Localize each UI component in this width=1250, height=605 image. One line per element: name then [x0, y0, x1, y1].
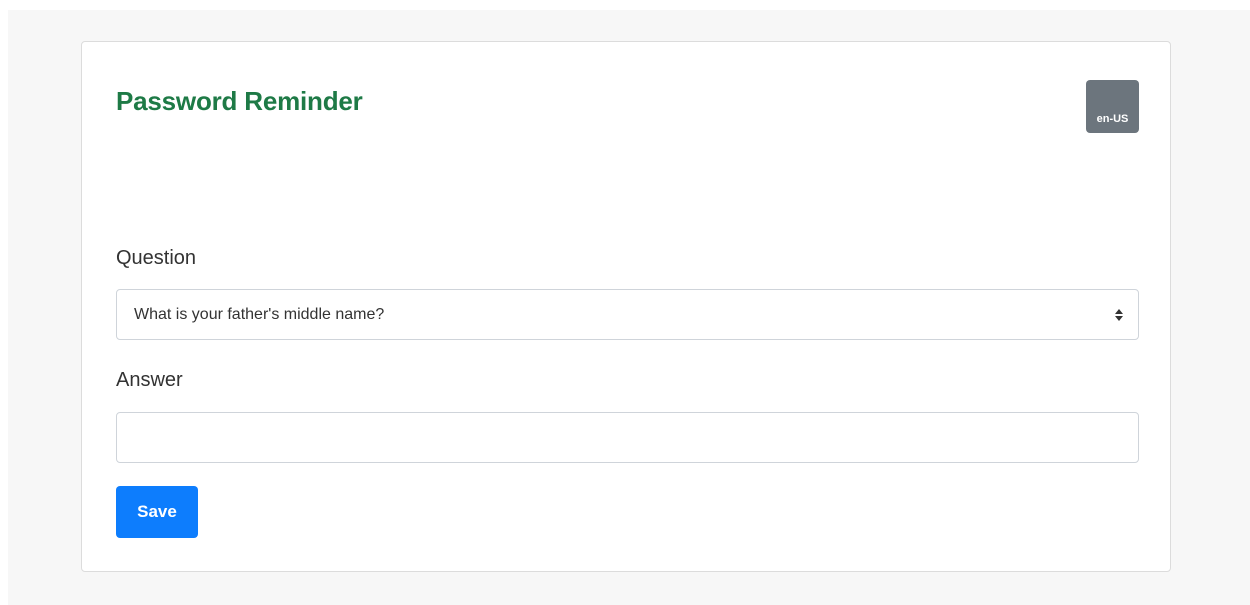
- answer-input[interactable]: [116, 412, 1139, 463]
- save-button[interactable]: Save: [116, 486, 198, 538]
- question-label: Question: [116, 247, 197, 269]
- question-select[interactable]: What is your father's middle name?: [116, 289, 1139, 340]
- question-select-value: What is your father's middle name?: [134, 305, 385, 323]
- page-background: Password Reminder en-US Question What is…: [8, 10, 1250, 605]
- answer-label: Answer: [116, 369, 183, 391]
- locale-badge[interactable]: en-US: [1086, 80, 1139, 133]
- sort-arrows-icon: [1115, 308, 1123, 321]
- password-reminder-card: Password Reminder en-US Question What is…: [81, 41, 1171, 572]
- page-title: Password Reminder: [116, 86, 363, 116]
